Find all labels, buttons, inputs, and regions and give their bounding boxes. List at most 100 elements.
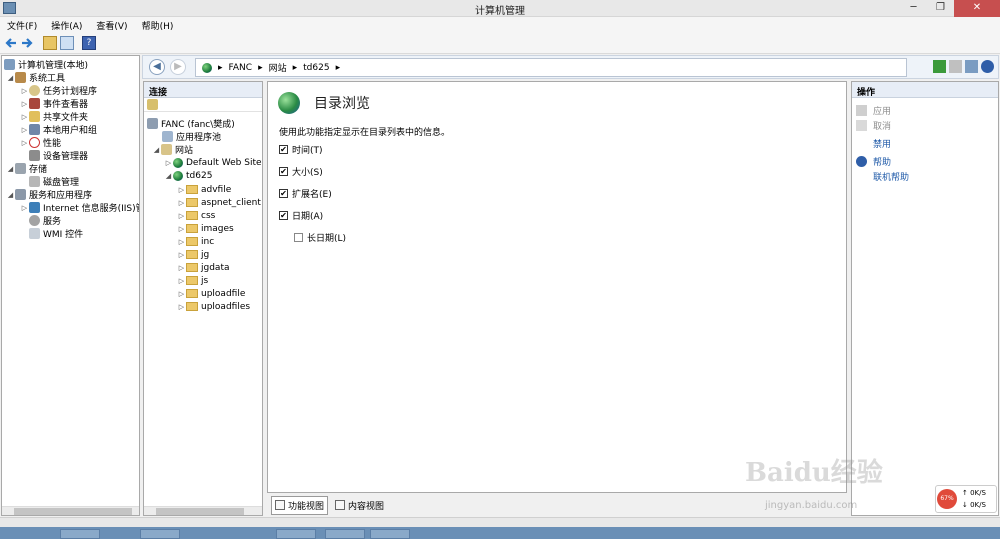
folder-item[interactable]: ▷ uploadfiles: [177, 300, 250, 313]
back-arrow-icon[interactable]: [4, 36, 18, 50]
tree-item-root[interactable]: 计算机管理(本地): [4, 58, 88, 71]
menu-help[interactable]: 帮助(H): [135, 17, 181, 33]
folder-item[interactable]: ▷ advfile: [177, 183, 231, 196]
features-view-button[interactable]: 功能视图: [271, 495, 329, 515]
tree-item-disk-management[interactable]: 磁盘管理: [29, 175, 79, 188]
expand-icon[interactable]: ▷: [177, 238, 186, 246]
tree-item-sites[interactable]: ◢ 网站: [152, 143, 193, 156]
expand-icon[interactable]: ▷: [177, 199, 186, 207]
expand-icon[interactable]: ▷: [20, 113, 29, 121]
action-online-help[interactable]: 联机帮助: [873, 170, 909, 183]
folder-item[interactable]: ▷ inc: [177, 235, 214, 248]
forward-arrow-icon[interactable]: [20, 36, 34, 50]
expand-icon[interactable]: ▷: [164, 159, 173, 167]
menu-view[interactable]: 查看(V): [89, 17, 134, 33]
connect-icon[interactable]: [933, 60, 946, 73]
checkbox-extension[interactable]: ✔ 扩展名(E): [279, 187, 332, 200]
network-speed-widget[interactable]: 67% ↑ 0K/S ↓ 0K/S: [935, 485, 997, 513]
show-hide-tree-icon[interactable]: [60, 36, 74, 50]
folder-item[interactable]: ▷ css: [177, 209, 216, 222]
action-disable[interactable]: 禁用: [873, 137, 891, 150]
collapse-icon[interactable]: ◢: [6, 191, 15, 199]
close-button[interactable]: ✕: [954, 0, 1000, 17]
tree-item-wmi[interactable]: WMI 控件: [29, 227, 83, 240]
expand-icon[interactable]: ▷: [20, 204, 29, 212]
help-icon[interactable]: ?: [82, 36, 96, 50]
tree-item-storage[interactable]: ◢ 存储: [6, 162, 47, 175]
collapse-icon[interactable]: ◢: [152, 146, 161, 154]
nav-back-button[interactable]: ◀: [149, 59, 165, 75]
expand-icon[interactable]: ▷: [20, 139, 29, 147]
content-view-button[interactable]: 内容视图: [332, 497, 387, 514]
checkbox-time-box[interactable]: ✔: [279, 145, 288, 154]
taskbar-item[interactable]: [325, 529, 365, 539]
expand-icon[interactable]: ▷: [20, 126, 29, 134]
expand-icon[interactable]: ▷: [177, 251, 186, 259]
tree-item-event-viewer[interactable]: ▷ 事件查看器: [20, 97, 88, 110]
breadcrumb-item-td625[interactable]: td625: [303, 63, 329, 73]
tree-item-server[interactable]: FANC (fanc\樊成): [147, 117, 235, 130]
tree-item-system-tools[interactable]: ◢ 系统工具: [6, 71, 65, 84]
menu-action[interactable]: 操作(A): [44, 17, 89, 33]
checkbox-size-box[interactable]: ✔: [279, 167, 288, 176]
breadcrumb-item-sites[interactable]: 网站: [269, 61, 287, 74]
folder-item[interactable]: ▷ uploadfile: [177, 287, 246, 300]
checkbox-extension-box[interactable]: ✔: [279, 189, 288, 198]
action-help[interactable]: 帮助: [856, 155, 891, 168]
tree-item-app-pools[interactable]: 应用程序池: [162, 130, 221, 143]
expand-icon[interactable]: ▷: [177, 290, 186, 298]
tree-item-task-scheduler[interactable]: ▷ 任务计划程序: [20, 84, 97, 97]
checkbox-date[interactable]: ✔ 日期(A): [279, 209, 323, 222]
action-cancel[interactable]: 取消: [856, 119, 891, 132]
folder-item[interactable]: ▷ jg: [177, 248, 209, 261]
tree-item-td625[interactable]: ◢ td625: [164, 169, 212, 182]
taskbar-item[interactable]: [140, 529, 180, 539]
collapse-icon[interactable]: ◢: [6, 165, 15, 173]
expand-icon[interactable]: ▷: [177, 264, 186, 272]
tree-item-local-users[interactable]: ▷ 本地用户和组: [20, 123, 97, 136]
nav-forward-button[interactable]: ▶: [170, 59, 186, 75]
expand-icon[interactable]: ▷: [20, 87, 29, 95]
tree-item-iis[interactable]: ▷ Internet 信息服务(IIS)管: [20, 201, 139, 214]
expand-icon[interactable]: ▷: [177, 212, 186, 220]
breadcrumb[interactable]: ▸ FANC ▸ 网站 ▸ td625 ▸: [195, 58, 907, 77]
taskbar-item[interactable]: [60, 529, 100, 539]
minimize-button[interactable]: ─: [900, 0, 927, 17]
tree-item-shared-folders[interactable]: ▷ 共享文件夹: [20, 110, 88, 123]
scrollbar-thumb[interactable]: [14, 508, 132, 515]
collapse-icon[interactable]: ◢: [164, 172, 173, 180]
checkbox-long-date[interactable]: 长日期(L): [294, 231, 346, 244]
checkbox-long-date-box[interactable]: [294, 233, 303, 242]
menu-file[interactable]: 文件(F): [0, 17, 44, 33]
expand-icon[interactable]: ▷: [177, 277, 186, 285]
collapse-icon[interactable]: ◢: [6, 74, 15, 82]
folder-item[interactable]: ▷ jgdata: [177, 261, 230, 274]
tree-item-performance[interactable]: ▷ 性能: [20, 136, 61, 149]
expand-icon[interactable]: ▷: [177, 303, 186, 311]
taskbar-item[interactable]: [370, 529, 410, 539]
action-apply[interactable]: 应用: [856, 104, 891, 117]
folder-item[interactable]: ▷ images: [177, 222, 234, 235]
maximize-button[interactable]: ❐: [927, 0, 954, 17]
connections-horizontal-scrollbar[interactable]: [144, 506, 262, 515]
folder-item[interactable]: ▷ aspnet_client: [177, 196, 261, 209]
checkbox-size[interactable]: ✔ 大小(S): [279, 165, 323, 178]
breadcrumb-item-fanc[interactable]: FANC: [229, 63, 253, 73]
help-icon[interactable]: [981, 60, 994, 73]
new-connection-icon[interactable]: [147, 99, 158, 110]
tree-item-services[interactable]: 服务: [29, 214, 61, 227]
tree-horizontal-scrollbar[interactable]: [2, 506, 139, 515]
taskbar-item[interactable]: [276, 529, 316, 539]
scrollbar-thumb[interactable]: [156, 508, 244, 515]
expand-icon[interactable]: ▷: [177, 186, 186, 194]
disconnect-icon[interactable]: [949, 60, 962, 73]
checkbox-date-box[interactable]: ✔: [279, 211, 288, 220]
tree-item-device-manager[interactable]: 设备管理器: [29, 149, 88, 162]
tree-item-default-site[interactable]: ▷ Default Web Site: [164, 156, 262, 169]
expand-icon[interactable]: ▷: [20, 100, 29, 108]
home-icon[interactable]: [965, 60, 978, 73]
tree-item-services-apps[interactable]: ◢ 服务和应用程序: [6, 188, 92, 201]
checkbox-time[interactable]: ✔ 时间(T): [279, 143, 323, 156]
expand-icon[interactable]: ▷: [177, 225, 186, 233]
up-folder-icon[interactable]: [43, 36, 57, 50]
